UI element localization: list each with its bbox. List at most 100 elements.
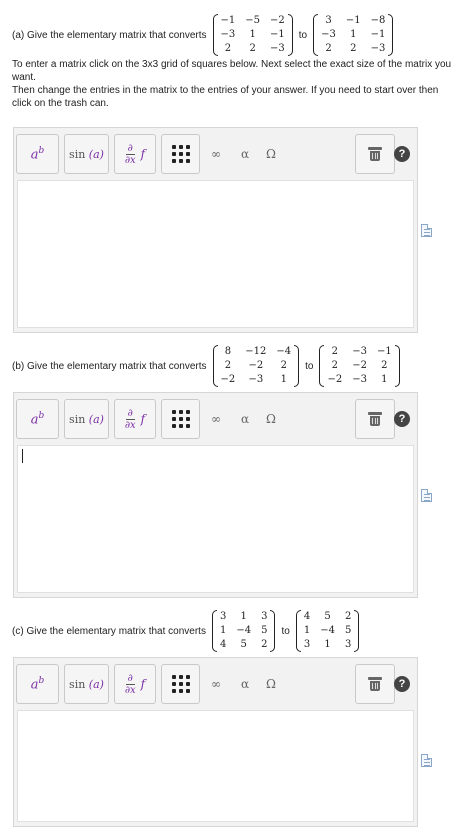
trash-button[interactable] [355,664,395,704]
infinity-icon: ∞ [211,677,221,691]
matrix-right-paren [270,610,276,652]
matrix-entry: −4 [320,625,335,636]
matrix-grid-icon [171,675,190,693]
question-b: (b) Give the elementary matrix that conv… [12,345,448,387]
special-symbols-button[interactable]: Ω [259,399,283,439]
matrix-entry: −1 [220,15,236,26]
special-symbols-button[interactable]: Ω [259,664,283,704]
matrix-entry: −2 [220,374,236,385]
sine-function-button[interactable]: sin (a) [64,134,109,174]
matrix-b-from: 8 −12 −4 2 −2 2 −2 −3 1 [212,345,300,387]
matrix-entry: −2 [327,374,343,385]
special-symbols-icon: Ω [266,147,276,161]
trash-button[interactable] [355,399,395,439]
infinity-button[interactable]: ∞ [204,664,228,704]
derivative-button[interactable]: ∂ ∂x f [114,399,156,439]
matrix-entry: 2 [325,43,332,54]
matrix-entry: 5 [324,611,331,622]
sine-function-icon: sin (a) [69,147,104,161]
matrix-entry: 3 [303,639,311,650]
matrix-entry: 1 [280,374,287,385]
matrix-a-from: −1 −5 −2 −3 1 −1 2 2 −3 [212,14,293,56]
matrix-entry: 2 [224,43,232,54]
math-toolbar: ab sin (a) ∂ ∂x f ∞ α Ω ? [14,658,417,710]
sine-function-button[interactable]: sin (a) [64,664,109,704]
matrix-entry: −3 [321,29,336,40]
greek-letters-button[interactable]: α [233,134,257,174]
matrix-entry: 2 [249,43,256,54]
infinity-button[interactable]: ∞ [204,399,228,439]
answer-input-c[interactable] [17,710,414,822]
matrix-entry: 8 [224,346,232,357]
special-symbols-icon: Ω [266,412,276,426]
matrix-a-to: 3 −1 −8 −3 1 −1 2 2 −3 [313,14,394,56]
instructions-line-2: Then change the entries in the matrix to… [12,85,439,109]
matrix-entry: 4 [303,611,311,622]
sine-function-icon: sin (a) [69,412,104,426]
superscript-button[interactable]: ab [16,134,59,174]
derivative-button[interactable]: ∂ ∂x f [114,664,156,704]
help-button[interactable]: ? [390,664,414,704]
superscript-button[interactable]: ab [16,399,59,439]
matrix-entry: −4 [276,346,292,357]
matrix-entry: −3 [220,29,236,40]
matrix-entry: 2 [261,639,268,650]
math-toolbar: ab sin (a) ∂ ∂x f ∞ α Ω ? [14,128,417,180]
matrix-button[interactable] [161,399,200,439]
greek-letters-button[interactable]: α [233,664,257,704]
answer-input-a[interactable] [17,180,414,328]
matrix-entry: 3 [344,639,352,650]
matrix-entry: 3 [219,611,227,622]
question-b-to-label: to [305,360,314,372]
answer-input-b[interactable] [17,445,414,593]
help-button[interactable]: ? [390,134,414,174]
trash-icon [368,147,382,161]
greek-letters-button[interactable]: α [233,399,257,439]
superscript-button[interactable]: ab [16,664,59,704]
matrix-entry: −1 [345,15,361,26]
matrix-entry: −3 [270,43,285,54]
matrix-button[interactable] [161,664,200,704]
matrix-entry: 3 [261,611,268,622]
special-symbols-icon: Ω [266,677,276,691]
question-c-text: (c) Give the elementary matrix that conv… [12,625,206,637]
matrix-right-paren [294,345,300,387]
greek-letters-icon: α [240,677,250,691]
question-a-to-label: to [298,29,308,41]
document-icon[interactable] [421,489,432,502]
matrix-entry: −3 [352,374,367,385]
matrix-entry: −2 [352,360,367,371]
special-symbols-button[interactable]: Ω [259,134,283,174]
matrix-grid-icon [171,410,190,428]
document-icon[interactable] [421,224,432,237]
partial-derivative-icon: ∂ ∂x f [124,672,146,696]
question-c: (c) Give the elementary matrix that conv… [12,610,448,652]
math-toolbar: ab sin (a) ∂ ∂x f ∞ α Ω ? [14,393,417,445]
question-b-text: (b) Give the elementary matrix that conv… [12,360,207,372]
matrix-entry: −8 [370,15,386,26]
trash-icon [368,677,382,691]
matrix-entries: 2 −3 −1 2 −2 2 −2 −3 1 [324,345,394,387]
matrix-entry: 2 [224,360,232,371]
sine-function-icon: sin (a) [69,677,104,691]
matrix-grid-icon [171,145,190,163]
matrix-right-paren [287,14,293,56]
matrix-entry: 2 [331,360,339,371]
question-c-to-label: to [281,625,290,637]
document-icon[interactable] [421,754,432,767]
answer-editor-b: ab sin (a) ∂ ∂x f ∞ α Ω ? [13,392,418,598]
sine-function-button[interactable]: sin (a) [64,399,109,439]
derivative-button[interactable]: ∂ ∂x f [114,134,156,174]
matrix-entry: −3 [352,346,367,357]
matrix-entry: 1 [219,625,227,636]
matrix-entry: 5 [261,625,268,636]
matrix-entry: 1 [350,29,357,40]
infinity-button[interactable]: ∞ [204,134,228,174]
matrix-entry: −3 [248,374,264,385]
matrix-entry: 4 [219,639,227,650]
help-button[interactable]: ? [390,399,414,439]
trash-button[interactable] [355,134,395,174]
matrix-entry: 1 [240,611,247,622]
matrix-entries: 8 −12 −4 2 −2 2 −2 −3 1 [218,345,295,387]
matrix-button[interactable] [161,134,200,174]
